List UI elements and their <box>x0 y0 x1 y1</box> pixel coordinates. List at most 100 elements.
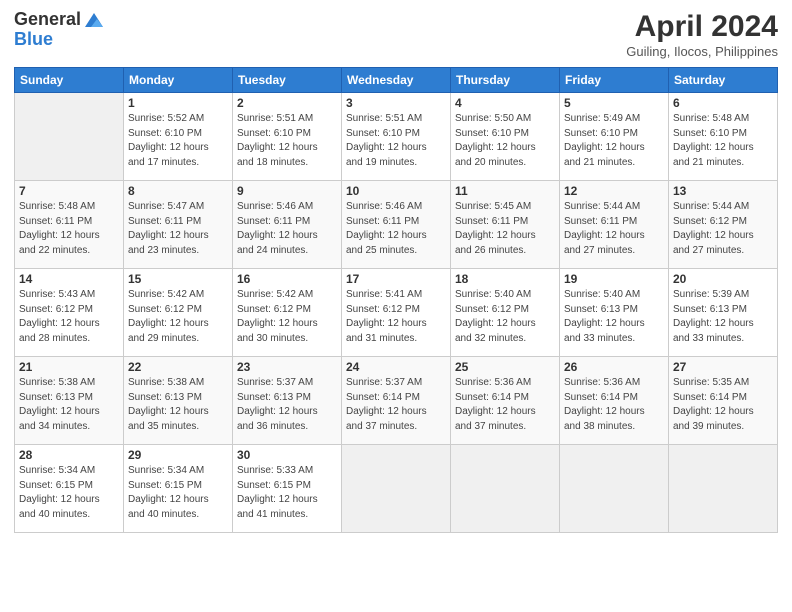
calendar-cell <box>342 445 451 533</box>
calendar-header: Sunday Monday Tuesday Wednesday Thursday… <box>15 68 778 93</box>
day-number: 21 <box>19 360 119 374</box>
day-info: Sunrise: 5:37 AMSunset: 6:13 PMDaylight:… <box>237 376 337 434</box>
day-number: 24 <box>346 360 446 374</box>
day-info: Sunrise: 5:46 AMSunset: 6:11 PMDaylight:… <box>237 200 337 258</box>
calendar-cell: 11Sunrise: 5:45 AMSunset: 6:11 PMDayligh… <box>451 181 560 269</box>
day-number: 8 <box>128 184 228 198</box>
day-number: 18 <box>455 272 555 286</box>
day-info: Sunrise: 5:41 AMSunset: 6:12 PMDaylight:… <box>346 288 446 346</box>
col-friday: Friday <box>560 68 669 93</box>
day-number: 6 <box>673 96 773 110</box>
day-number: 9 <box>237 184 337 198</box>
page: General Blue April 2024 Guiling, Ilocos,… <box>0 0 792 612</box>
day-number: 4 <box>455 96 555 110</box>
col-thursday: Thursday <box>451 68 560 93</box>
logo: General Blue <box>14 10 105 50</box>
day-number: 15 <box>128 272 228 286</box>
day-info: Sunrise: 5:40 AMSunset: 6:13 PMDaylight:… <box>564 288 664 346</box>
day-number: 10 <box>346 184 446 198</box>
day-info: Sunrise: 5:50 AMSunset: 6:10 PMDaylight:… <box>455 112 555 170</box>
day-number: 26 <box>564 360 664 374</box>
day-number: 1 <box>128 96 228 110</box>
day-info: Sunrise: 5:37 AMSunset: 6:14 PMDaylight:… <box>346 376 446 434</box>
week-row-0: 1Sunrise: 5:52 AMSunset: 6:10 PMDaylight… <box>15 93 778 181</box>
day-info: Sunrise: 5:39 AMSunset: 6:13 PMDaylight:… <box>673 288 773 346</box>
day-info: Sunrise: 5:36 AMSunset: 6:14 PMDaylight:… <box>455 376 555 434</box>
col-wednesday: Wednesday <box>342 68 451 93</box>
logo-general: General <box>14 9 81 29</box>
calendar-cell: 4 Sunrise: 5:50 AMSunset: 6:10 PMDaylight… <box>451 93 560 181</box>
calendar-cell: 18 Sunrise: 5:40 AMSunset: 6:12 PMDayligh… <box>451 269 560 357</box>
day-info: Sunrise: 5:48 AMSunset: 6:11 PMDaylight:… <box>19 200 119 258</box>
month-year: April 2024 <box>626 10 778 44</box>
day-info: Sunrise: 5:38 AMSunset: 6:13 PMDaylight:… <box>19 376 119 434</box>
day-info: Sunrise: 5:49 AMSunset: 6:10 PMDaylight:… <box>564 112 664 170</box>
day-number: 28 <box>19 448 119 462</box>
day-number: 22 <box>128 360 228 374</box>
calendar-body: 1Sunrise: 5:52 AMSunset: 6:10 PMDaylight… <box>15 93 778 533</box>
calendar-cell: 20 Sunrise: 5:39 AMSunset: 6:13 PMDayligh… <box>669 269 778 357</box>
day-number: 13 <box>673 184 773 198</box>
calendar-cell: 10 Sunrise: 5:46 AMSunset: 6:11 PMDayligh… <box>342 181 451 269</box>
day-info: Sunrise: 5:42 AMSunset: 6:12 PMDaylight:… <box>128 288 228 346</box>
week-row-2: 14Sunrise: 5:43 AMSunset: 6:12 PMDayligh… <box>15 269 778 357</box>
day-info: Sunrise: 5:44 AMSunset: 6:11 PMDaylight:… <box>564 200 664 258</box>
day-info: Sunrise: 5:48 AMSunset: 6:10 PMDaylight:… <box>673 112 773 170</box>
calendar-cell: 6 Sunrise: 5:48 AMSunset: 6:10 PMDaylight… <box>669 93 778 181</box>
calendar-cell <box>669 445 778 533</box>
calendar-cell: 15 Sunrise: 5:42 AMSunset: 6:12 PMDayligh… <box>124 269 233 357</box>
day-number: 5 <box>564 96 664 110</box>
week-row-4: 28Sunrise: 5:34 AMSunset: 6:15 PMDayligh… <box>15 445 778 533</box>
calendar-cell <box>560 445 669 533</box>
day-info: Sunrise: 5:36 AMSunset: 6:14 PMDaylight:… <box>564 376 664 434</box>
calendar-cell: 25 Sunrise: 5:36 AMSunset: 6:14 PMDayligh… <box>451 357 560 445</box>
col-sunday: Sunday <box>15 68 124 93</box>
day-info: Sunrise: 5:33 AMSunset: 6:15 PMDaylight:… <box>237 464 337 522</box>
calendar-cell: 17 Sunrise: 5:41 AMSunset: 6:12 PMDayligh… <box>342 269 451 357</box>
day-info: Sunrise: 5:46 AMSunset: 6:11 PMDaylight:… <box>346 200 446 258</box>
week-row-3: 21 Sunrise: 5:38 AMSunset: 6:13 PMDayligh… <box>15 357 778 445</box>
col-monday: Monday <box>124 68 233 93</box>
day-number: 27 <box>673 360 773 374</box>
logo-blue: Blue <box>14 30 105 50</box>
calendar-cell: 12 Sunrise: 5:44 AMSunset: 6:11 PMDayligh… <box>560 181 669 269</box>
day-number: 14 <box>19 272 119 286</box>
calendar-cell: 5 Sunrise: 5:49 AMSunset: 6:10 PMDaylight… <box>560 93 669 181</box>
day-info: Sunrise: 5:40 AMSunset: 6:12 PMDaylight:… <box>455 288 555 346</box>
calendar-cell: 24 Sunrise: 5:37 AMSunset: 6:14 PMDayligh… <box>342 357 451 445</box>
calendar-table: Sunday Monday Tuesday Wednesday Thursday… <box>14 67 778 533</box>
calendar-cell: 30 Sunrise: 5:33 AMSunset: 6:15 PMDayligh… <box>233 445 342 533</box>
day-info: Sunrise: 5:44 AMSunset: 6:12 PMDaylight:… <box>673 200 773 258</box>
day-info: Sunrise: 5:47 AMSunset: 6:11 PMDaylight:… <box>128 200 228 258</box>
logo-icon <box>83 11 105 29</box>
header: General Blue April 2024 Guiling, Ilocos,… <box>14 10 778 59</box>
calendar-cell: 19Sunrise: 5:40 AMSunset: 6:13 PMDayligh… <box>560 269 669 357</box>
day-number: 12 <box>564 184 664 198</box>
day-number: 25 <box>455 360 555 374</box>
week-row-1: 7Sunrise: 5:48 AMSunset: 6:11 PMDaylight… <box>15 181 778 269</box>
calendar-cell: 1Sunrise: 5:52 AMSunset: 6:10 PMDaylight… <box>124 93 233 181</box>
logo-text: General <box>14 10 105 30</box>
day-number: 30 <box>237 448 337 462</box>
calendar-cell: 8 Sunrise: 5:47 AMSunset: 6:11 PMDaylight… <box>124 181 233 269</box>
calendar-cell: 7Sunrise: 5:48 AMSunset: 6:11 PMDaylight… <box>15 181 124 269</box>
day-number: 17 <box>346 272 446 286</box>
calendar-cell: 16Sunrise: 5:42 AMSunset: 6:12 PMDayligh… <box>233 269 342 357</box>
day-info: Sunrise: 5:35 AMSunset: 6:14 PMDaylight:… <box>673 376 773 434</box>
day-info: Sunrise: 5:51 AMSunset: 6:10 PMDaylight:… <box>237 112 337 170</box>
day-number: 2 <box>237 96 337 110</box>
day-number: 16 <box>237 272 337 286</box>
calendar-cell: 13 Sunrise: 5:44 AMSunset: 6:12 PMDayligh… <box>669 181 778 269</box>
title-block: April 2024 Guiling, Ilocos, Philippines <box>626 10 778 59</box>
col-tuesday: Tuesday <box>233 68 342 93</box>
calendar-cell <box>451 445 560 533</box>
col-saturday: Saturday <box>669 68 778 93</box>
day-number: 29 <box>128 448 228 462</box>
day-number: 20 <box>673 272 773 286</box>
calendar-cell: 27 Sunrise: 5:35 AMSunset: 6:14 PMDayligh… <box>669 357 778 445</box>
calendar-cell: 9 Sunrise: 5:46 AMSunset: 6:11 PMDaylight… <box>233 181 342 269</box>
calendar-cell: 14Sunrise: 5:43 AMSunset: 6:12 PMDayligh… <box>15 269 124 357</box>
calendar-cell: 3Sunrise: 5:51 AMSunset: 6:10 PMDaylight… <box>342 93 451 181</box>
calendar-cell: 28Sunrise: 5:34 AMSunset: 6:15 PMDayligh… <box>15 445 124 533</box>
location: Guiling, Ilocos, Philippines <box>626 44 778 59</box>
